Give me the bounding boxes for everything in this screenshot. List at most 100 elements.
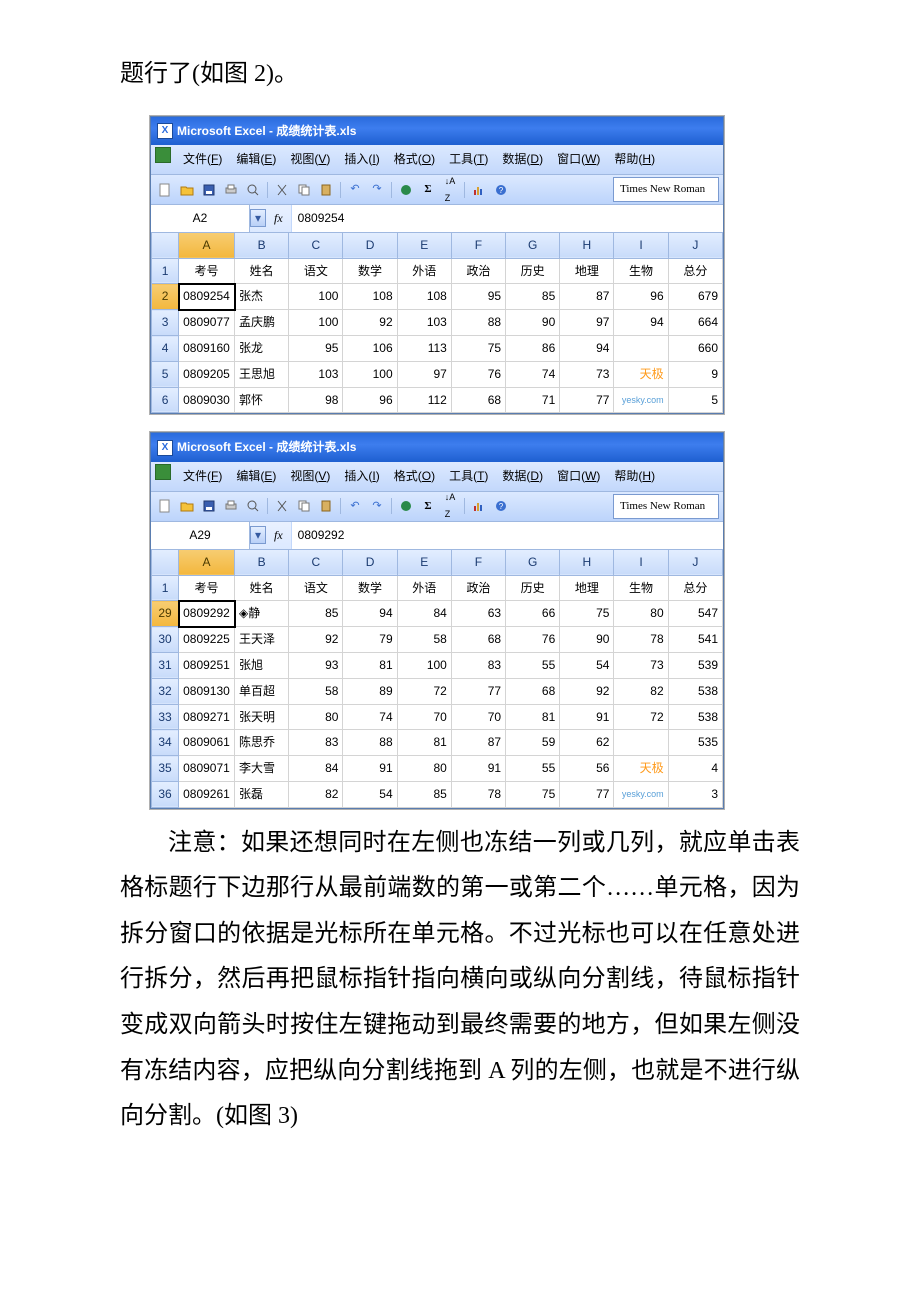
row-header-1[interactable]: 1 xyxy=(152,575,179,601)
col-header-D[interactable]: D xyxy=(343,232,397,258)
col-header-F[interactable]: F xyxy=(451,549,505,575)
cell[interactable]: 92 xyxy=(560,678,614,704)
menu-工具[interactable]: 工具(T) xyxy=(443,147,494,172)
cell[interactable]: 660 xyxy=(668,336,722,362)
menu-视图[interactable]: 视图(V) xyxy=(284,464,336,489)
cell[interactable]: 72 xyxy=(614,704,668,730)
cell[interactable]: 106 xyxy=(343,336,397,362)
header-cell[interactable]: 政治 xyxy=(451,258,505,284)
cell[interactable]: 80 xyxy=(397,756,451,782)
menu-帮助[interactable]: 帮助(H) xyxy=(608,147,661,172)
cell[interactable]: 77 xyxy=(451,678,505,704)
cell[interactable]: 79 xyxy=(343,627,397,653)
cell[interactable]: 85 xyxy=(289,601,343,627)
cell[interactable]: 94 xyxy=(343,601,397,627)
cell[interactable]: 87 xyxy=(560,284,614,310)
undo-icon[interactable]: ↶ xyxy=(345,180,365,200)
header-cell[interactable]: 总分 xyxy=(668,258,722,284)
open-icon[interactable] xyxy=(177,496,197,516)
cell[interactable]: 91 xyxy=(343,756,397,782)
row-header-3[interactable]: 3 xyxy=(152,310,179,336)
print-icon[interactable] xyxy=(221,496,241,516)
col-header-H[interactable]: H xyxy=(560,549,614,575)
help-icon[interactable]: ? xyxy=(491,180,511,200)
col-header-I[interactable]: I xyxy=(614,549,668,575)
menu-视图[interactable]: 视图(V) xyxy=(284,147,336,172)
menu-插入[interactable]: 插入(I) xyxy=(338,147,385,172)
row-header-1[interactable]: 1 xyxy=(152,258,179,284)
col-header-C[interactable]: C xyxy=(289,232,343,258)
cell[interactable]: 84 xyxy=(397,601,451,627)
header-cell[interactable]: 外语 xyxy=(397,575,451,601)
cell[interactable]: 54 xyxy=(560,652,614,678)
cell[interactable]: 97 xyxy=(397,361,451,387)
save-icon[interactable] xyxy=(199,496,219,516)
cell[interactable]: 103 xyxy=(397,310,451,336)
fx-label-icon[interactable]: fx xyxy=(266,207,291,230)
header-cell[interactable]: 外语 xyxy=(397,258,451,284)
print-preview-icon[interactable] xyxy=(243,496,263,516)
cell[interactable]: 0809160 xyxy=(179,336,235,362)
cell[interactable]: 68 xyxy=(451,627,505,653)
cell[interactable]: 97 xyxy=(560,310,614,336)
hyperlink-icon[interactable] xyxy=(396,496,416,516)
row-header-4[interactable]: 4 xyxy=(152,336,179,362)
menu-格式[interactable]: 格式(O) xyxy=(388,464,441,489)
cell[interactable]: 664 xyxy=(668,310,722,336)
cell[interactable]: 88 xyxy=(343,730,397,756)
cell[interactable]: 55 xyxy=(506,652,560,678)
cell[interactable]: 天极 xyxy=(614,361,668,387)
print-preview-icon[interactable] xyxy=(243,180,263,200)
col-header-B[interactable]: B xyxy=(235,549,289,575)
namebox-dropdown-icon[interactable]: ▾ xyxy=(250,209,266,227)
cell[interactable]: 83 xyxy=(451,652,505,678)
cell[interactable]: 68 xyxy=(451,387,505,413)
header-cell[interactable]: 姓名 xyxy=(235,575,289,601)
cell[interactable]: 73 xyxy=(560,361,614,387)
spreadsheet-grid[interactable]: ABCDEFGHIJ1考号姓名语文数学外语政治历史地理生物总分20809254张… xyxy=(151,232,723,414)
header-cell[interactable]: 总分 xyxy=(668,575,722,601)
sort-asc-icon[interactable]: ↓AZ xyxy=(440,496,460,516)
cell[interactable]: 77 xyxy=(560,781,614,807)
menu-文件[interactable]: 文件(F) xyxy=(177,464,228,489)
col-header-J[interactable]: J xyxy=(668,549,722,575)
cell[interactable]: 100 xyxy=(397,652,451,678)
cell[interactable]: 92 xyxy=(343,310,397,336)
cell[interactable]: 75 xyxy=(506,781,560,807)
row-header-31[interactable]: 31 xyxy=(152,652,179,678)
header-cell[interactable]: 历史 xyxy=(506,575,560,601)
cell[interactable]: 87 xyxy=(451,730,505,756)
new-file-icon[interactable] xyxy=(155,180,175,200)
cell[interactable]: 89 xyxy=(343,678,397,704)
cell[interactable]: 103 xyxy=(289,361,343,387)
cell[interactable]: 85 xyxy=(506,284,560,310)
cell[interactable]: 108 xyxy=(343,284,397,310)
header-cell[interactable]: 地理 xyxy=(560,258,614,284)
cell[interactable]: 100 xyxy=(343,361,397,387)
new-file-icon[interactable] xyxy=(155,496,175,516)
cell[interactable]: 78 xyxy=(451,781,505,807)
cell[interactable]: 0809292 xyxy=(179,601,235,627)
cell[interactable]: 113 xyxy=(397,336,451,362)
cell[interactable]: 张天明 xyxy=(235,704,289,730)
col-header-A[interactable]: A xyxy=(179,232,235,258)
menu-编辑[interactable]: 编辑(E) xyxy=(230,464,282,489)
cell[interactable] xyxy=(614,730,668,756)
cell[interactable]: 80 xyxy=(614,601,668,627)
menu-格式[interactable]: 格式(O) xyxy=(388,147,441,172)
header-cell[interactable]: 语文 xyxy=(289,258,343,284)
menu-插入[interactable]: 插入(I) xyxy=(338,464,385,489)
col-header-F[interactable]: F xyxy=(451,232,505,258)
cell[interactable]: 108 xyxy=(397,284,451,310)
formula-input[interactable]: 0809292 xyxy=(291,522,723,549)
cell[interactable]: 66 xyxy=(506,601,560,627)
cell[interactable]: 0809077 xyxy=(179,310,235,336)
menu-数据[interactable]: 数据(D) xyxy=(496,147,549,172)
header-cell[interactable]: 姓名 xyxy=(235,258,289,284)
cell[interactable]: 李大雪 xyxy=(235,756,289,782)
formula-input[interactable]: 0809254 xyxy=(291,205,723,232)
sort-asc-icon[interactable]: ↓AZ xyxy=(440,180,460,200)
col-header-G[interactable]: G xyxy=(506,549,560,575)
cell[interactable]: 5 xyxy=(668,387,722,413)
row-header-35[interactable]: 35 xyxy=(152,756,179,782)
